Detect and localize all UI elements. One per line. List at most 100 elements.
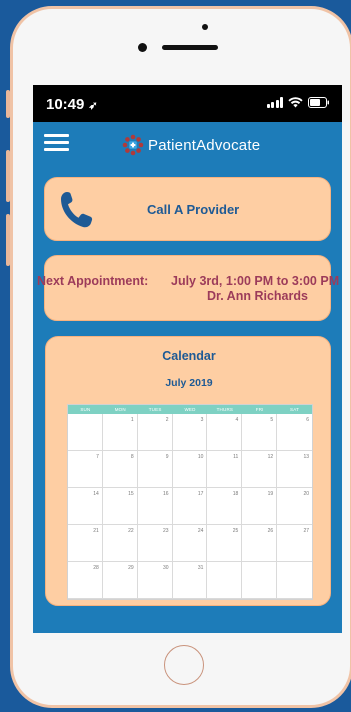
calendar-weekday-header: SUN MON TUES WED THURS FRI SAT [68, 405, 312, 414]
weekday-fri: FRI [255, 407, 264, 412]
calendar-day-cell[interactable] [242, 562, 278, 599]
calendar-day-cell[interactable]: 12 [242, 451, 278, 488]
calendar-day-cell[interactable] [207, 562, 243, 599]
calendar-day-number: 30 [163, 565, 169, 571]
next-appointment-doctor: Dr. Ann Richards [207, 289, 308, 303]
calendar-day-cell[interactable]: 24 [172, 525, 208, 562]
call-provider-button[interactable]: Call A Provider [44, 177, 331, 241]
calendar-day-cell[interactable]: 31 [172, 562, 208, 599]
brand: PatientAdvocate [122, 134, 260, 156]
calendar-day-number: 23 [163, 528, 169, 534]
next-appointment-card: Next Appointment: July 3rd, 1:00 PM to 3… [37, 255, 339, 321]
proximity-sensor [202, 24, 208, 30]
calendar-day-cell[interactable]: 2 [137, 414, 173, 451]
status-bar: 10:49 ➶ [33, 85, 342, 122]
calendar-day-cell[interactable]: 22 [102, 525, 138, 562]
calendar-day-cell[interactable]: 4 [207, 414, 243, 451]
call-provider-label: Call A Provider [147, 202, 240, 217]
calendar-day-number: 3 [200, 417, 204, 423]
status-icons [266, 97, 331, 108]
weekday-thurs: THURS [216, 407, 234, 412]
calendar-day-number: 19 [267, 491, 274, 497]
calendar-days: 1 2 3 4 5 6 7 8 9 10 11 12 13 14 15 16 1… [68, 414, 312, 599]
calendar-day-cell[interactable]: 20 [277, 488, 312, 525]
calendar-day-number: 31 [197, 565, 204, 571]
calendar-day-cell[interactable] [277, 562, 312, 599]
calendar-day-cell[interactable]: 1 [102, 414, 138, 451]
calendar-day-number: 21 [93, 528, 99, 534]
calendar-day-number: 16 [163, 491, 169, 497]
calendar-day-cell[interactable]: 14 [68, 488, 103, 525]
calendar-day-number: 9 [165, 454, 169, 460]
calendar-day-number: 14 [93, 491, 99, 497]
calendar-day-number: 22 [128, 528, 134, 534]
calendar-day-number: 2 [165, 417, 169, 423]
calendar-day-number: 18 [232, 491, 239, 497]
calendar-day-number: 7 [96, 454, 99, 460]
calendar-day-number: 11 [233, 454, 239, 460]
calendar-day-number: 10 [197, 454, 204, 460]
app-screen: 10:49 ➶ PatientAdvocate Call A Provider … [33, 85, 342, 633]
calendar-day-number: 27 [303, 528, 309, 534]
calendar-day-cell[interactable]: 17 [172, 488, 208, 525]
calendar-day-cell[interactable]: 8 [102, 451, 138, 488]
calendar-day-number: 15 [128, 491, 134, 497]
wifi-icon [288, 97, 303, 108]
phone-handset-icon [61, 192, 93, 228]
calendar-day-cell[interactable]: 5 [242, 414, 278, 451]
status-time-text: 10:49 [46, 96, 85, 113]
calendar-day-cell[interactable]: 11 [207, 451, 243, 488]
weekday-sat: SAT [290, 407, 300, 412]
home-button[interactable] [164, 645, 204, 685]
calendar-day-cell[interactable]: 3 [172, 414, 208, 451]
weekday-mon: MON [114, 407, 126, 412]
calendar-day-number: 6 [306, 417, 309, 423]
menu-icon[interactable] [44, 134, 69, 151]
next-appointment-label: Next Appointment: [37, 274, 149, 288]
earpiece-speaker [162, 45, 218, 50]
calendar-day-cell[interactable]: 7 [68, 451, 103, 488]
calendar-month: July 2019 [165, 377, 213, 389]
calendar-day-number: 28 [93, 565, 99, 571]
calendar-day-number: 20 [303, 491, 309, 497]
calendar-day-number: 29 [128, 565, 134, 571]
calendar-day-number: 25 [232, 528, 239, 534]
calendar-day-cell[interactable]: 30 [137, 562, 173, 599]
calendar-day-cell[interactable]: 21 [68, 525, 103, 562]
calendar-day-cell[interactable]: 6 [277, 414, 312, 451]
calendar-day-cell[interactable]: 23 [137, 525, 173, 562]
front-camera [138, 43, 147, 52]
patientadvocate-logo-icon [122, 134, 144, 156]
calendar-day-number: 8 [130, 454, 134, 460]
calendar-day-number: 24 [197, 528, 204, 534]
calendar-day-cell[interactable]: 13 [277, 451, 312, 488]
calendar-day-number: 26 [267, 528, 274, 534]
next-appointment-time: July 3rd, 1:00 PM to 3:00 PM [171, 274, 340, 288]
calendar-day-number: 17 [197, 491, 204, 497]
weekday-sun: SUN [80, 407, 91, 412]
calendar-day-cell[interactable]: 19 [242, 488, 278, 525]
calendar-day-cell[interactable]: 26 [242, 525, 278, 562]
calendar-day-cell[interactable]: 10 [172, 451, 208, 488]
brand-name: PatientAdvocate [148, 136, 261, 154]
battery-icon [308, 97, 329, 108]
calendar-day-cell[interactable]: 28 [68, 562, 103, 599]
calendar-day-cell[interactable]: 15 [102, 488, 138, 525]
app-header: PatientAdvocate [33, 122, 342, 167]
calendar-day-cell[interactable] [68, 414, 103, 451]
calendar-day-number: 13 [303, 454, 309, 460]
calendar-grid: SUN MON TUES WED THURS FRI SAT 1 2 3 4 5… [67, 404, 313, 600]
calendar-day-cell[interactable]: 16 [137, 488, 173, 525]
status-time: 10:49 ➶ [46, 96, 98, 113]
location-arrow-icon: ➶ [88, 100, 98, 112]
calendar-title: Calendar [162, 349, 216, 363]
calendar-day-number: 12 [267, 454, 274, 460]
calendar-day-cell[interactable]: 18 [207, 488, 243, 525]
weekday-wed: WED [184, 407, 196, 412]
calendar-day-cell[interactable]: 9 [137, 451, 173, 488]
calendar-day-number: 1 [130, 417, 134, 423]
cellular-signal-icon [266, 97, 283, 108]
calendar-day-cell[interactable]: 29 [102, 562, 138, 599]
calendar-day-cell[interactable]: 25 [207, 525, 243, 562]
calendar-day-cell[interactable]: 27 [277, 525, 312, 562]
